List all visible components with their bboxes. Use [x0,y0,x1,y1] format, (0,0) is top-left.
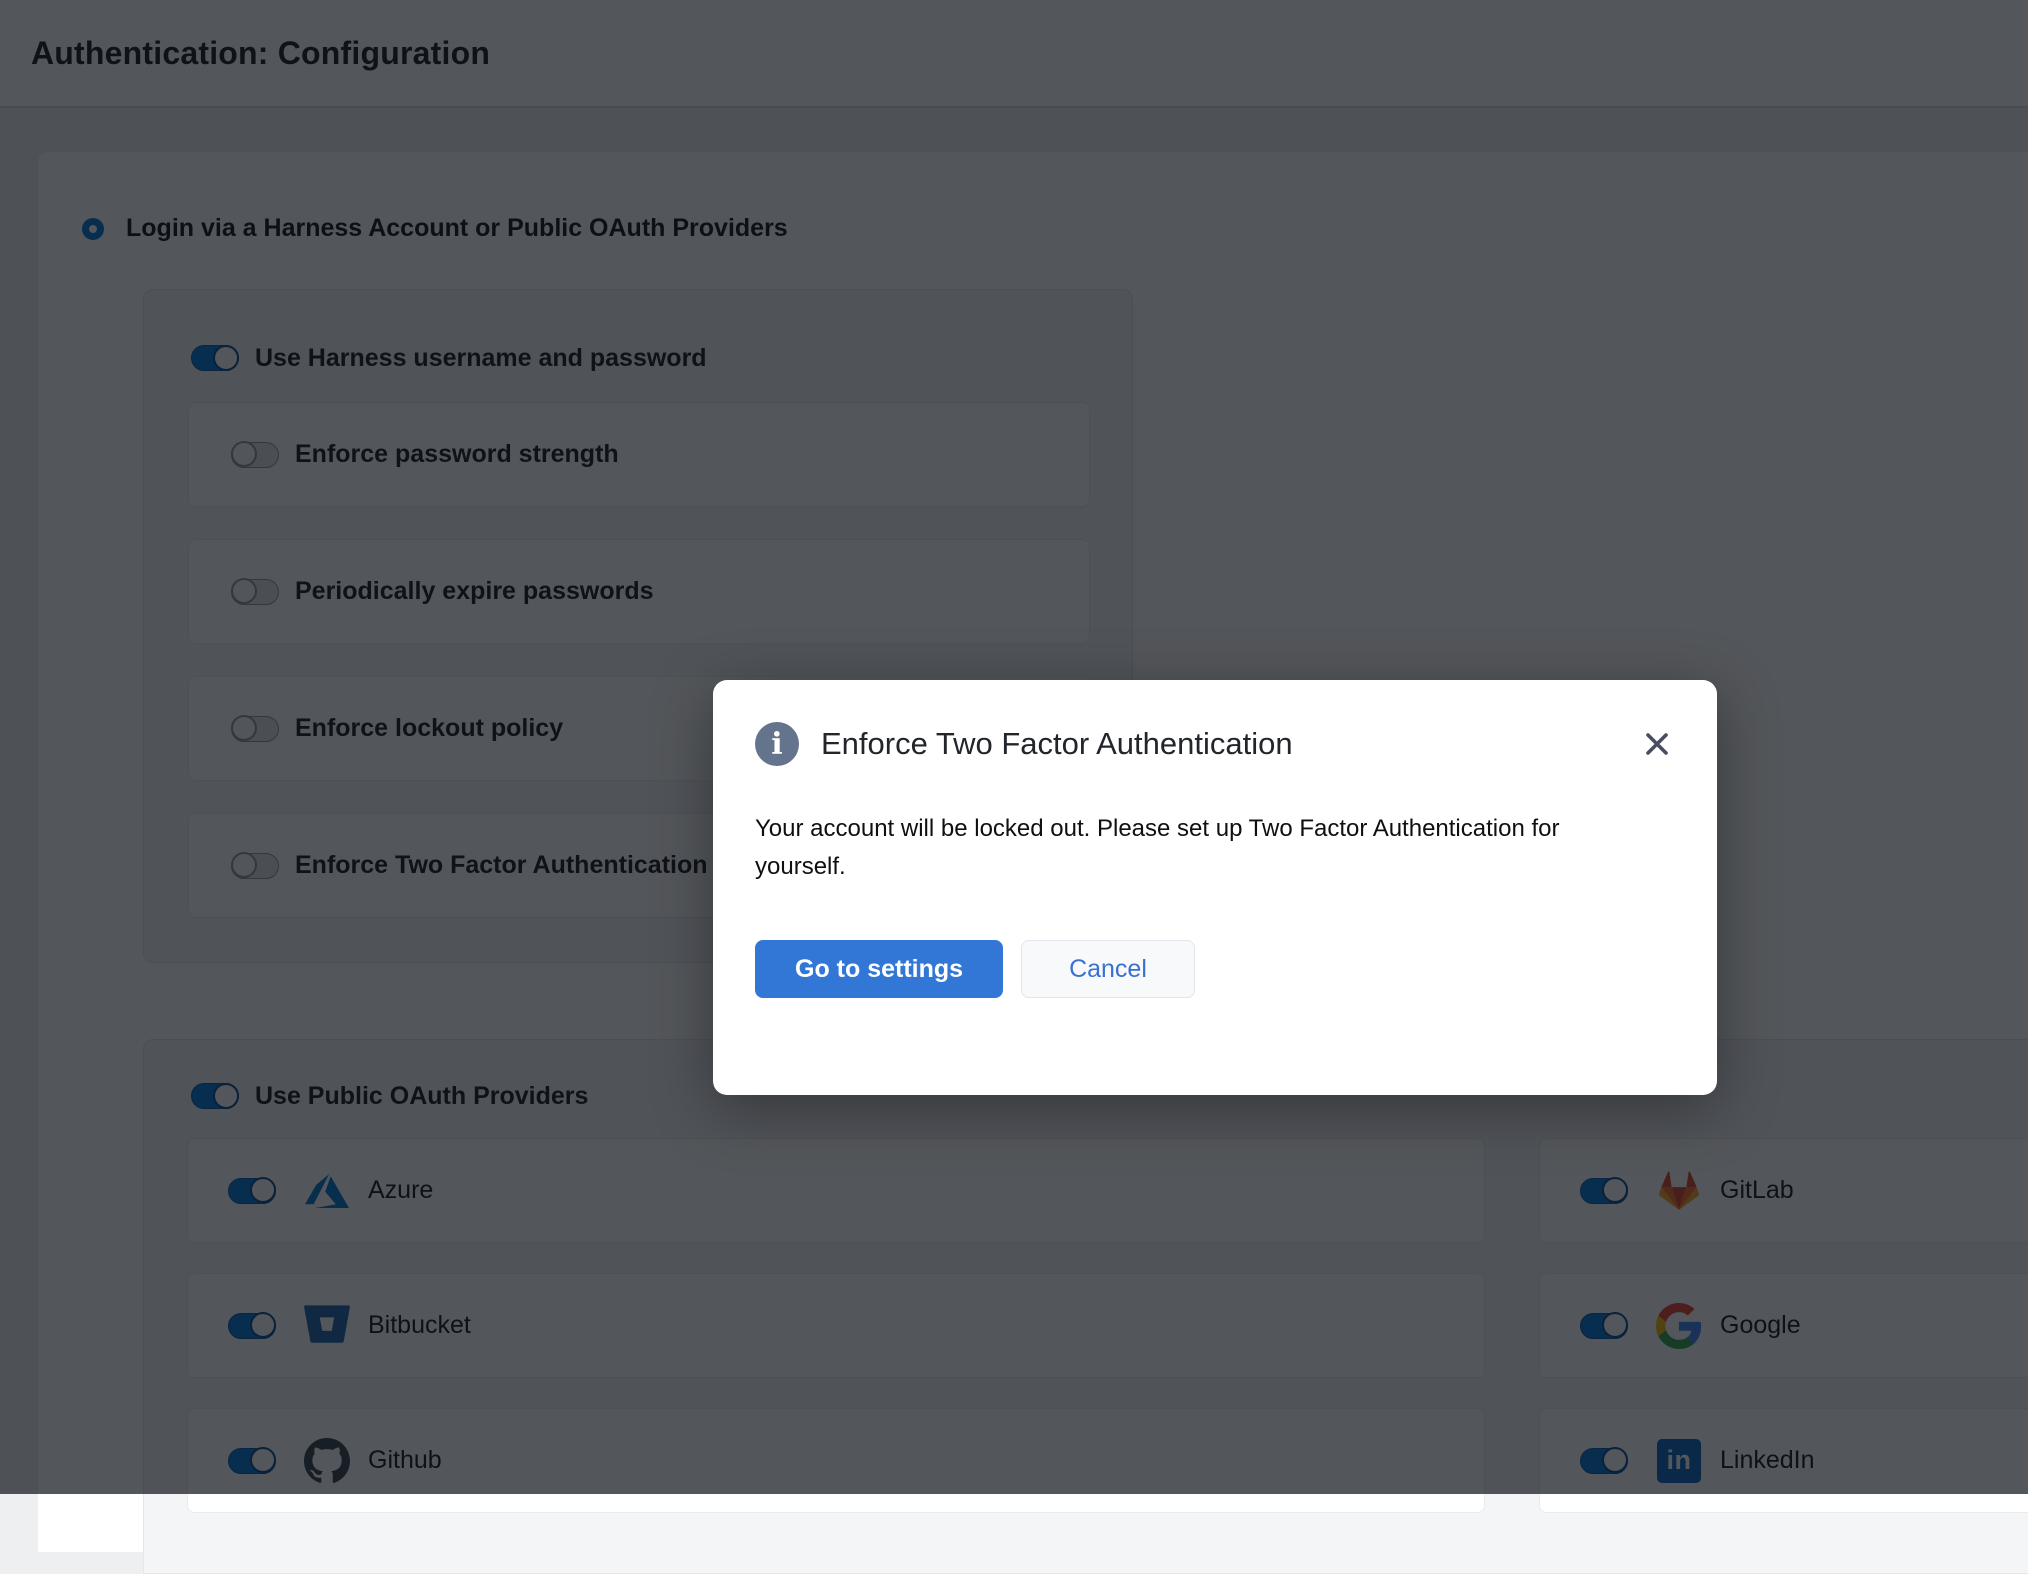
close-icon[interactable] [1637,724,1677,764]
cancel-button[interactable]: Cancel [1021,940,1195,998]
dialog-header: i Enforce Two Factor Authentication [755,722,1677,766]
dialog-actions: Go to settings Cancel [755,940,1677,998]
two-factor-dialog: i Enforce Two Factor Authentication Your… [713,680,1717,1095]
go-to-settings-button[interactable]: Go to settings [755,940,1003,998]
info-icon: i [755,722,799,766]
dialog-title: Enforce Two Factor Authentication [821,726,1637,762]
dialog-body-text: Your account will be locked out. Please … [755,810,1565,886]
